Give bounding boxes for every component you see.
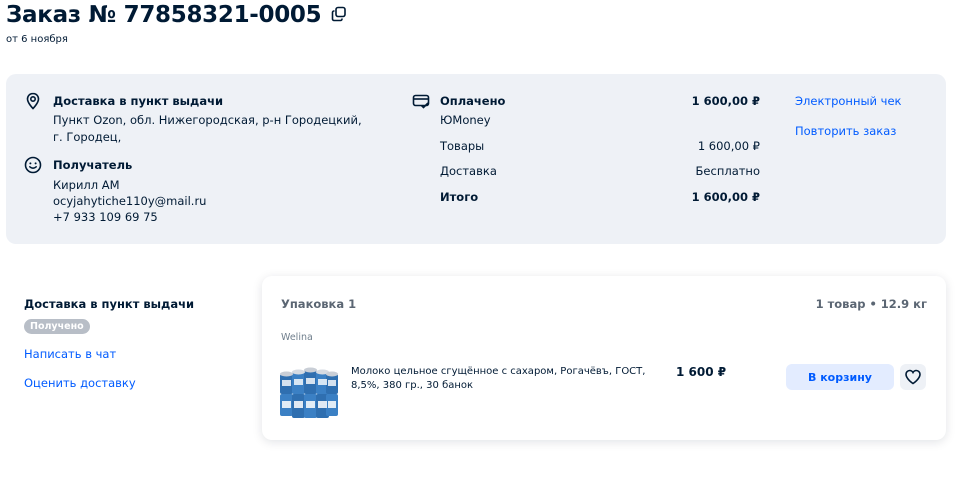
payment-total-top: 1 600,00 ₽ bbox=[691, 94, 760, 108]
shipping-label: Доставка bbox=[440, 164, 497, 178]
recipient-phone: +7 933 109 69 75 bbox=[53, 210, 158, 224]
card-check-icon bbox=[412, 92, 430, 110]
receipt-link[interactable]: Электронный чек bbox=[795, 94, 902, 108]
order-date: от 6 ноября bbox=[6, 34, 68, 45]
goods-value: 1 600,00 ₽ bbox=[697, 139, 760, 153]
payment-method: ЮMoney bbox=[440, 113, 491, 127]
payment-status: Оплачено bbox=[440, 94, 506, 108]
status-badge: Получено bbox=[24, 319, 90, 334]
page-title: Заказ № 77858321-0005 bbox=[6, 2, 322, 28]
product-name[interactable]: Молоко цельное сгущённое с сахаром, Рога… bbox=[351, 365, 671, 393]
total-value: 1 600,00 ₽ bbox=[691, 190, 760, 204]
product-brand: Welina bbox=[281, 332, 313, 343]
recipient-name: Кирилл АМ bbox=[53, 178, 120, 192]
copy-icon[interactable] bbox=[331, 6, 349, 24]
package-meta: 1 товар • 12.9 кг bbox=[815, 297, 927, 311]
recipient-email: ocyjahytiche110y@mail.ru bbox=[53, 194, 207, 208]
repeat-order-link[interactable]: Повторить заказ bbox=[795, 124, 896, 138]
delivery-address: Пункт Ozon, обл. Нижегородская, р-н Горо… bbox=[53, 113, 362, 144]
order-title-row: Заказ № 77858321-0005 bbox=[6, 0, 349, 30]
order-info-card: Доставка в пункт выдачи Пункт Ozon, обл.… bbox=[6, 74, 946, 244]
add-to-cart-button[interactable]: В корзину bbox=[786, 364, 894, 390]
recipient-label: Получатель bbox=[53, 158, 133, 172]
favorite-button[interactable] bbox=[900, 364, 926, 390]
rate-delivery-link[interactable]: Оценить доставку bbox=[24, 376, 136, 390]
total-label: Итого bbox=[440, 190, 479, 204]
package-title: Упаковка 1 bbox=[281, 297, 357, 311]
heart-icon bbox=[904, 368, 922, 386]
smile-icon bbox=[24, 156, 42, 174]
shipment-label: Доставка в пункт выдачи bbox=[24, 297, 195, 311]
delivery-label: Доставка в пункт выдачи bbox=[53, 94, 224, 108]
location-pin-icon bbox=[24, 92, 42, 110]
product-image[interactable] bbox=[278, 364, 340, 420]
product-price: 1 600 ₽ bbox=[676, 365, 727, 379]
package-card: Упаковка 1 1 товар • 12.9 кг Welina Моло… bbox=[262, 276, 946, 440]
write-chat-link[interactable]: Написать в чат bbox=[24, 347, 116, 361]
shipping-value: Бесплатно bbox=[695, 164, 760, 178]
goods-label: Товары bbox=[440, 139, 485, 153]
